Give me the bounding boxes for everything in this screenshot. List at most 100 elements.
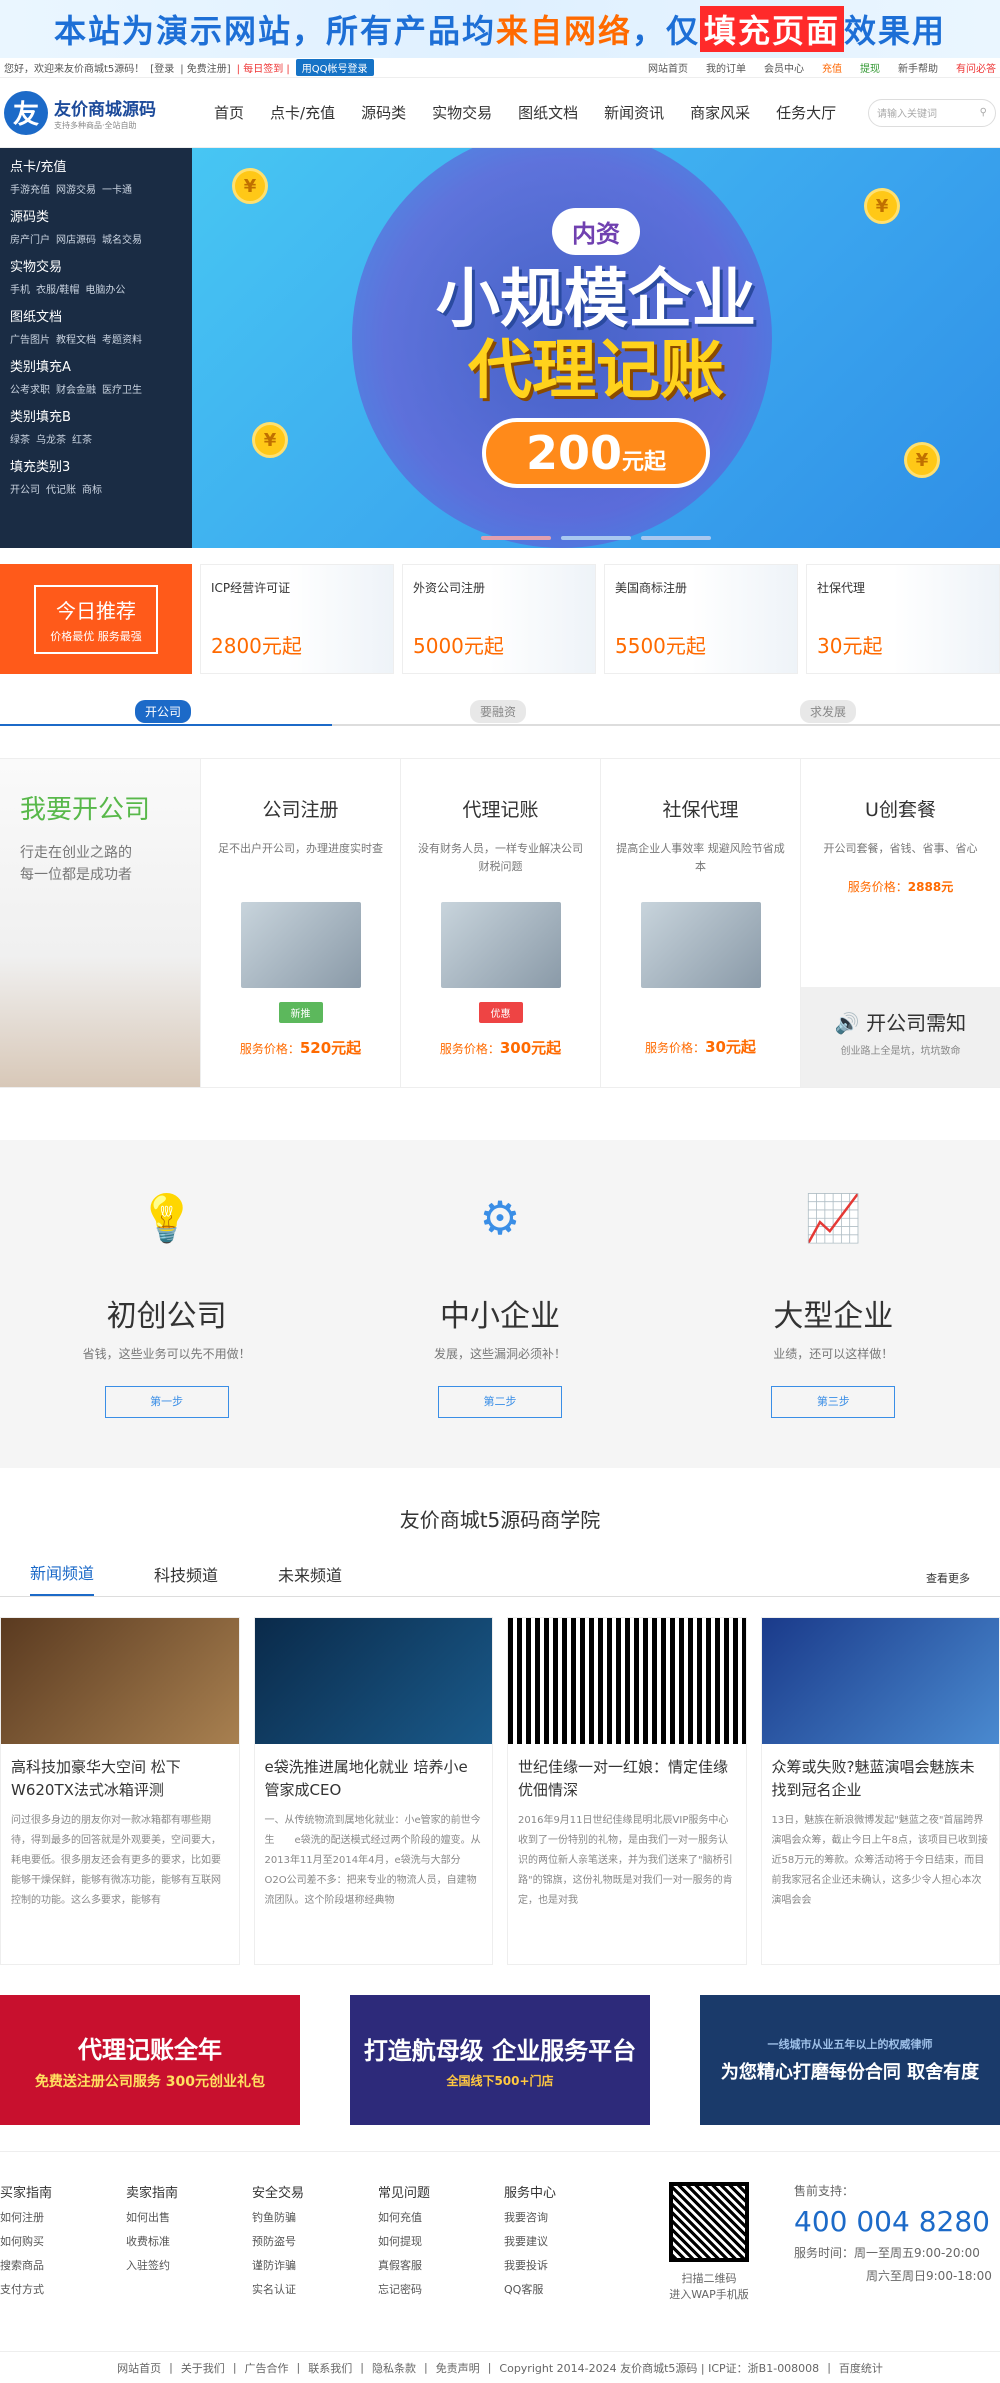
sidebar-category[interactable]: 填充类别3 开公司 代记账 商标 bbox=[10, 456, 182, 496]
footer-link[interactable]: 我要咨询 bbox=[504, 2209, 630, 2225]
news-thumbnail[interactable] bbox=[1, 1618, 239, 1744]
category-link[interactable]: 网游交易 bbox=[56, 181, 96, 196]
nav-home[interactable]: 首页 bbox=[214, 102, 244, 123]
stage-step-button[interactable]: 第一步 bbox=[104, 1385, 229, 1418]
toplink-help[interactable]: 新手帮助 bbox=[898, 60, 938, 75]
footer-link[interactable]: 如何提现 bbox=[378, 2233, 504, 2249]
footer-link[interactable]: 如何出售 bbox=[126, 2209, 252, 2225]
stage-step-button[interactable]: 第三步 bbox=[771, 1385, 896, 1418]
footer-bottom-link[interactable]: 关于我们 bbox=[181, 2360, 225, 2376]
category-link[interactable]: 手游充值 bbox=[10, 181, 50, 196]
ad-contract[interactable]: 一线城市从业五年以上的权威律师 为您精心打磨每份合同 取舍有度 bbox=[700, 1995, 1000, 2125]
daily-signin-link[interactable]: | 每日签到 | bbox=[237, 60, 290, 75]
recommend-item[interactable]: 外资公司注册 5000元起 bbox=[402, 564, 596, 674]
category-link[interactable]: 乌龙茶 bbox=[36, 431, 66, 446]
toplink-recharge[interactable]: 充值 bbox=[822, 60, 842, 75]
category-link[interactable]: 教程文档 bbox=[56, 331, 96, 346]
footer-bottom-link[interactable]: 广告合作 bbox=[245, 2360, 289, 2376]
nav-news[interactable]: 新闻资讯 bbox=[604, 102, 664, 123]
news-headline[interactable]: e袋洗推进属地化就业 培养小e管家成CEO bbox=[255, 1744, 493, 1801]
category-link[interactable]: 代记账 bbox=[46, 481, 76, 496]
category-link[interactable]: 一卡通 bbox=[102, 181, 132, 196]
category-link[interactable]: 开公司 bbox=[10, 481, 40, 496]
footer-link[interactable]: 收费标准 bbox=[126, 2233, 252, 2249]
hero-carousel[interactable]: ¥ ¥ ¥ ¥ 内资 小规模企业 代理记账 200元起 bbox=[192, 148, 1000, 548]
footer-link[interactable]: 忘记密码 bbox=[378, 2281, 504, 2297]
footer-bottom-link[interactable]: 联系我们 bbox=[308, 2360, 352, 2376]
toplink-qa[interactable]: 有问必答 bbox=[956, 60, 996, 75]
footer-link[interactable]: 我要投诉 bbox=[504, 2257, 630, 2273]
footer-link[interactable]: 如何充值 bbox=[378, 2209, 504, 2225]
category-heading[interactable]: 图纸文档 bbox=[10, 306, 182, 325]
contact-phone[interactable]: 400 004 8280 bbox=[794, 2205, 992, 2238]
company-notice[interactable]: 🔊 开公司需知 创业路上全是坑，坑坑致命 bbox=[801, 987, 1000, 1087]
tab-future[interactable]: 未来频道 bbox=[278, 1562, 342, 1596]
view-more-link[interactable]: 查看更多 bbox=[926, 1570, 970, 1596]
service-card[interactable]: 代理记账 没有财务人员，一样专业解决公司财税问题 优惠 服务价格：300元起 bbox=[400, 759, 600, 1087]
category-link[interactable]: 考题资料 bbox=[102, 331, 142, 346]
news-headline[interactable]: 众筹或失败?魅蓝演唱会魅族未找到冠名企业 bbox=[762, 1744, 1000, 1801]
service-card[interactable]: 社保代理 提高企业人事效率 规避风险节省成本 服务价格：30元起 bbox=[600, 759, 800, 1087]
nav-source-code[interactable]: 源码类 bbox=[361, 102, 406, 123]
footer-link[interactable]: 实名认证 bbox=[252, 2281, 378, 2297]
footer-link[interactable]: 预防盗号 bbox=[252, 2233, 378, 2249]
sidebar-category[interactable]: 类别填充B 绿茶 乌龙茶 红茶 bbox=[10, 406, 182, 446]
tab-open-company[interactable]: 开公司 bbox=[135, 700, 192, 723]
tab-news[interactable]: 新闻频道 bbox=[30, 1560, 95, 1596]
category-link[interactable]: 手机 bbox=[10, 281, 30, 296]
search-icon[interactable]: ⚲ bbox=[980, 107, 987, 118]
toplink-home[interactable]: 网站首页 bbox=[648, 60, 688, 75]
sidebar-category[interactable]: 点卡/充值手游充值 网游交易 一卡通 bbox=[10, 156, 182, 196]
category-heading[interactable]: 实物交易 bbox=[10, 256, 182, 275]
footer-bottom-link[interactable]: 免责声明 bbox=[436, 2360, 480, 2376]
news-card[interactable]: 众筹或失败?魅蓝演唱会魅族未找到冠名企业 13日，魅族在新浪微博发起"魅蓝之夜"… bbox=[760, 1617, 1000, 1965]
nav-physical[interactable]: 实物交易 bbox=[432, 102, 492, 123]
news-headline[interactable]: 高科技加豪华大空间 松下W620TX法式冰箱评测 bbox=[1, 1744, 239, 1801]
site-logo[interactable]: 友 友价商城源码 支持多种商品·全站自助 bbox=[4, 90, 214, 135]
carousel-dot[interactable] bbox=[481, 536, 551, 540]
ad-bookkeeping[interactable]: 代理记账全年 免费送注册公司服务 300元创业礼包 bbox=[0, 1995, 300, 2125]
category-heading[interactable]: 类别填充B bbox=[10, 406, 182, 425]
footer-bottom-link[interactable]: 网站首页 bbox=[117, 2360, 161, 2376]
tab-financing[interactable]: 要融资 bbox=[470, 700, 527, 723]
news-thumbnail[interactable] bbox=[761, 1618, 999, 1744]
category-link[interactable]: 公考求职 bbox=[10, 381, 50, 396]
category-heading[interactable]: 类别填充A bbox=[10, 356, 182, 375]
footer-link[interactable]: 如何购买 bbox=[0, 2233, 126, 2249]
footer-link[interactable]: 谨防诈骗 bbox=[252, 2257, 378, 2273]
footer-link[interactable]: 钓鱼防骗 bbox=[252, 2209, 378, 2225]
toplink-member[interactable]: 会员中心 bbox=[764, 60, 804, 75]
qq-login-button[interactable]: 用QQ帐号登录 bbox=[295, 59, 374, 76]
news-card[interactable]: e袋洗推进属地化就业 培养小e管家成CEO 一、从传统物流到属地化就业：小e管家… bbox=[253, 1617, 493, 1965]
carousel-dot[interactable] bbox=[561, 536, 631, 540]
sidebar-category[interactable]: 图纸文档广告图片 教程文档 考题资料 bbox=[10, 306, 182, 346]
category-heading[interactable]: 源码类 bbox=[10, 206, 182, 225]
nav-tasks[interactable]: 任务大厅 bbox=[776, 102, 836, 123]
footer-link[interactable]: 搜索商品 bbox=[0, 2257, 126, 2273]
category-link[interactable]: 医疗卫生 bbox=[102, 381, 142, 396]
category-link[interactable]: 城名交易 bbox=[102, 231, 142, 246]
category-link[interactable]: 红茶 bbox=[72, 431, 92, 446]
category-link[interactable]: 房产门户 bbox=[10, 231, 50, 246]
recommend-item[interactable]: ICP经营许可证 2800元起 bbox=[200, 564, 394, 674]
tab-tech[interactable]: 科技频道 bbox=[154, 1562, 218, 1596]
tab-development[interactable]: 求发展 bbox=[800, 700, 857, 723]
service-card[interactable]: 公司注册 足不出户开公司，办理进度实时查 新推 服务价格：520元起 bbox=[200, 759, 400, 1087]
search-input[interactable]: 请输入关键词 ⚲ bbox=[868, 98, 996, 127]
footer-link[interactable]: 真假客服 bbox=[378, 2257, 504, 2273]
footer-link[interactable]: 如何注册 bbox=[0, 2209, 126, 2225]
sidebar-category[interactable]: 源码类 房产门户 网店源码 城名交易 bbox=[10, 206, 182, 246]
footer-bottom-link[interactable]: 隐私条款 bbox=[372, 2360, 416, 2376]
nav-merchants[interactable]: 商家风采 bbox=[690, 102, 750, 123]
category-link[interactable]: 广告图片 bbox=[10, 331, 50, 346]
footer-link[interactable]: 入驻签约 bbox=[126, 2257, 252, 2273]
service-package[interactable]: U创套餐 开公司套餐，省钱、省事、省心 服务价格：2888元 🔊 开公司需知 创… bbox=[800, 759, 1000, 1087]
category-link[interactable]: 电脑办公 bbox=[85, 281, 125, 296]
category-link[interactable]: 绿茶 bbox=[10, 431, 30, 446]
nav-card-recharge[interactable]: 点卡/充值 bbox=[270, 102, 335, 123]
stage-step-button[interactable]: 第二步 bbox=[437, 1385, 562, 1418]
category-heading[interactable]: 点卡/充值 bbox=[10, 156, 182, 175]
category-link[interactable]: 财会金融 bbox=[56, 381, 96, 396]
carousel-dot[interactable] bbox=[641, 536, 711, 540]
footer-bottom-link[interactable]: 百度统计 bbox=[839, 2360, 883, 2376]
